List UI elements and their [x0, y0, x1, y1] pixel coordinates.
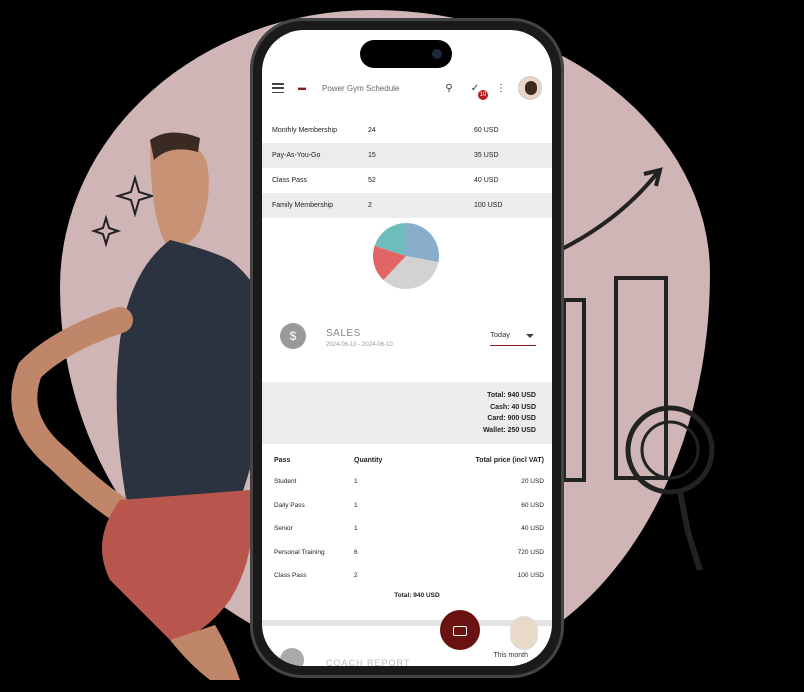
pass-price: 20 USD — [521, 478, 544, 486]
coach-report-section: COACH REPORT This month — [262, 634, 552, 666]
period-select-value: Today — [490, 330, 511, 339]
avatar[interactable] — [518, 76, 542, 100]
column-header: Total price (incl VAT) — [475, 456, 544, 464]
membership-qty: 15 — [368, 152, 376, 159]
membership-qty: 2 — [368, 202, 372, 209]
sales-date-range: 2024-06-10 - 2024-06-10 — [326, 342, 393, 348]
membership-pie-chart — [373, 223, 439, 289]
growth-chart-icon — [560, 160, 740, 600]
pass-name: Daily Pass — [274, 501, 305, 509]
pass-sales-table: Pass Quantity Total price (incl VAT) Stu… — [262, 450, 552, 599]
table-row: Class Pass 52 40 USD — [262, 168, 552, 193]
table-row: Daily Pass 1 60 USD — [262, 494, 552, 518]
pass-qty: 2 — [354, 572, 358, 580]
membership-price: 100 USD — [474, 202, 503, 209]
sales-header: $ SALES 2024-06-10 - 2024-06-10 Today — [262, 320, 552, 366]
phone-screen: ▬ Power Gym Schedule ⚲ ✓ 10 ⋮ Monthly Me… — [262, 30, 552, 666]
menu-icon[interactable] — [272, 83, 284, 93]
membership-name: Family Membership — [272, 202, 334, 209]
membership-qty: 24 — [368, 127, 376, 134]
pass-price: 100 USD — [517, 572, 544, 580]
chevron-down-icon — [526, 334, 534, 338]
notification-badge: 10 — [478, 89, 488, 100]
membership-price: 35 USD — [474, 152, 499, 159]
membership-name: Pay-As-You-Go — [272, 152, 321, 159]
app-bar: ▬ Power Gym Schedule ⚲ ✓ 10 ⋮ — [262, 66, 552, 110]
more-vert-icon[interactable]: ⋮ — [494, 83, 508, 94]
table-row: Pay-As-You-Go 15 35 USD — [262, 143, 552, 168]
total-amount: Total: 940 USD — [487, 392, 536, 399]
pass-table-total: Total: 940 USD — [394, 591, 440, 599]
table-row: Monthly Membership 24 60 USD — [262, 118, 552, 143]
coach-icon — [280, 648, 304, 666]
sales-title: SALES — [326, 328, 361, 339]
credit-card-icon — [453, 626, 467, 637]
pass-name: Personal Training — [274, 548, 325, 556]
dumbbell-icon: ▬ — [298, 83, 306, 92]
membership-qty: 52 — [368, 177, 376, 184]
pass-qty: 1 — [354, 478, 358, 486]
check-circle-icon[interactable]: ✓ 10 — [468, 83, 488, 100]
section-divider — [262, 620, 552, 626]
table-row: Senior 1 40 USD — [262, 517, 552, 541]
membership-name: Monthly Membership — [272, 127, 337, 134]
pass-name: Senior — [274, 525, 293, 533]
payment-fab-button[interactable] — [440, 610, 480, 650]
table-row: Personal Training 6 720 USD — [262, 541, 552, 565]
wallet-amount: Wallet: 250 USD — [482, 426, 536, 434]
table-row: Family Membership 2 100 USD — [262, 193, 552, 218]
phone-notch — [360, 40, 452, 68]
pass-name: Class Pass — [274, 572, 307, 580]
pass-name: Student — [274, 478, 297, 486]
phone-frame: ▬ Power Gym Schedule ⚲ ✓ 10 ⋮ Monthly Me… — [250, 18, 564, 678]
membership-price: 40 USD — [474, 177, 499, 184]
cash-amount: Cash: 40 USD — [490, 403, 536, 411]
pie-slice — [406, 223, 439, 263]
card-amount: Card: 900 USD — [487, 415, 536, 422]
column-header: Pass — [274, 456, 291, 464]
dollar-icon: $ — [280, 323, 306, 349]
table-row: Class Pass 2 100 USD — [262, 564, 552, 588]
coach-report-period: This month — [493, 652, 528, 659]
membership-table: Monthly Membership 24 60 USD Pay-As-You-… — [262, 118, 552, 218]
pass-price: 40 USD — [521, 525, 544, 533]
pass-qty: 1 — [354, 501, 358, 509]
pass-price: 720 USD — [517, 548, 544, 556]
period-select[interactable]: Today — [490, 330, 536, 346]
sales-totals: Total: 940 USD Cash: 40 USD Card: 900 US… — [262, 382, 552, 444]
table-row: Student 1 20 USD — [262, 470, 552, 494]
membership-price: 60 USD — [474, 127, 499, 134]
table-header: Pass Quantity Total price (incl VAT) — [262, 450, 552, 470]
pass-price: 60 USD — [521, 501, 544, 509]
coach-report-title: COACH REPORT — [326, 658, 411, 666]
search-icon[interactable]: ⚲ — [442, 83, 456, 94]
membership-name: Class Pass — [272, 177, 308, 184]
pass-qty: 6 — [354, 548, 358, 556]
app-title: Power Gym Schedule — [322, 83, 400, 93]
pass-qty: 1 — [354, 525, 358, 533]
column-header: Quantity — [354, 456, 383, 464]
